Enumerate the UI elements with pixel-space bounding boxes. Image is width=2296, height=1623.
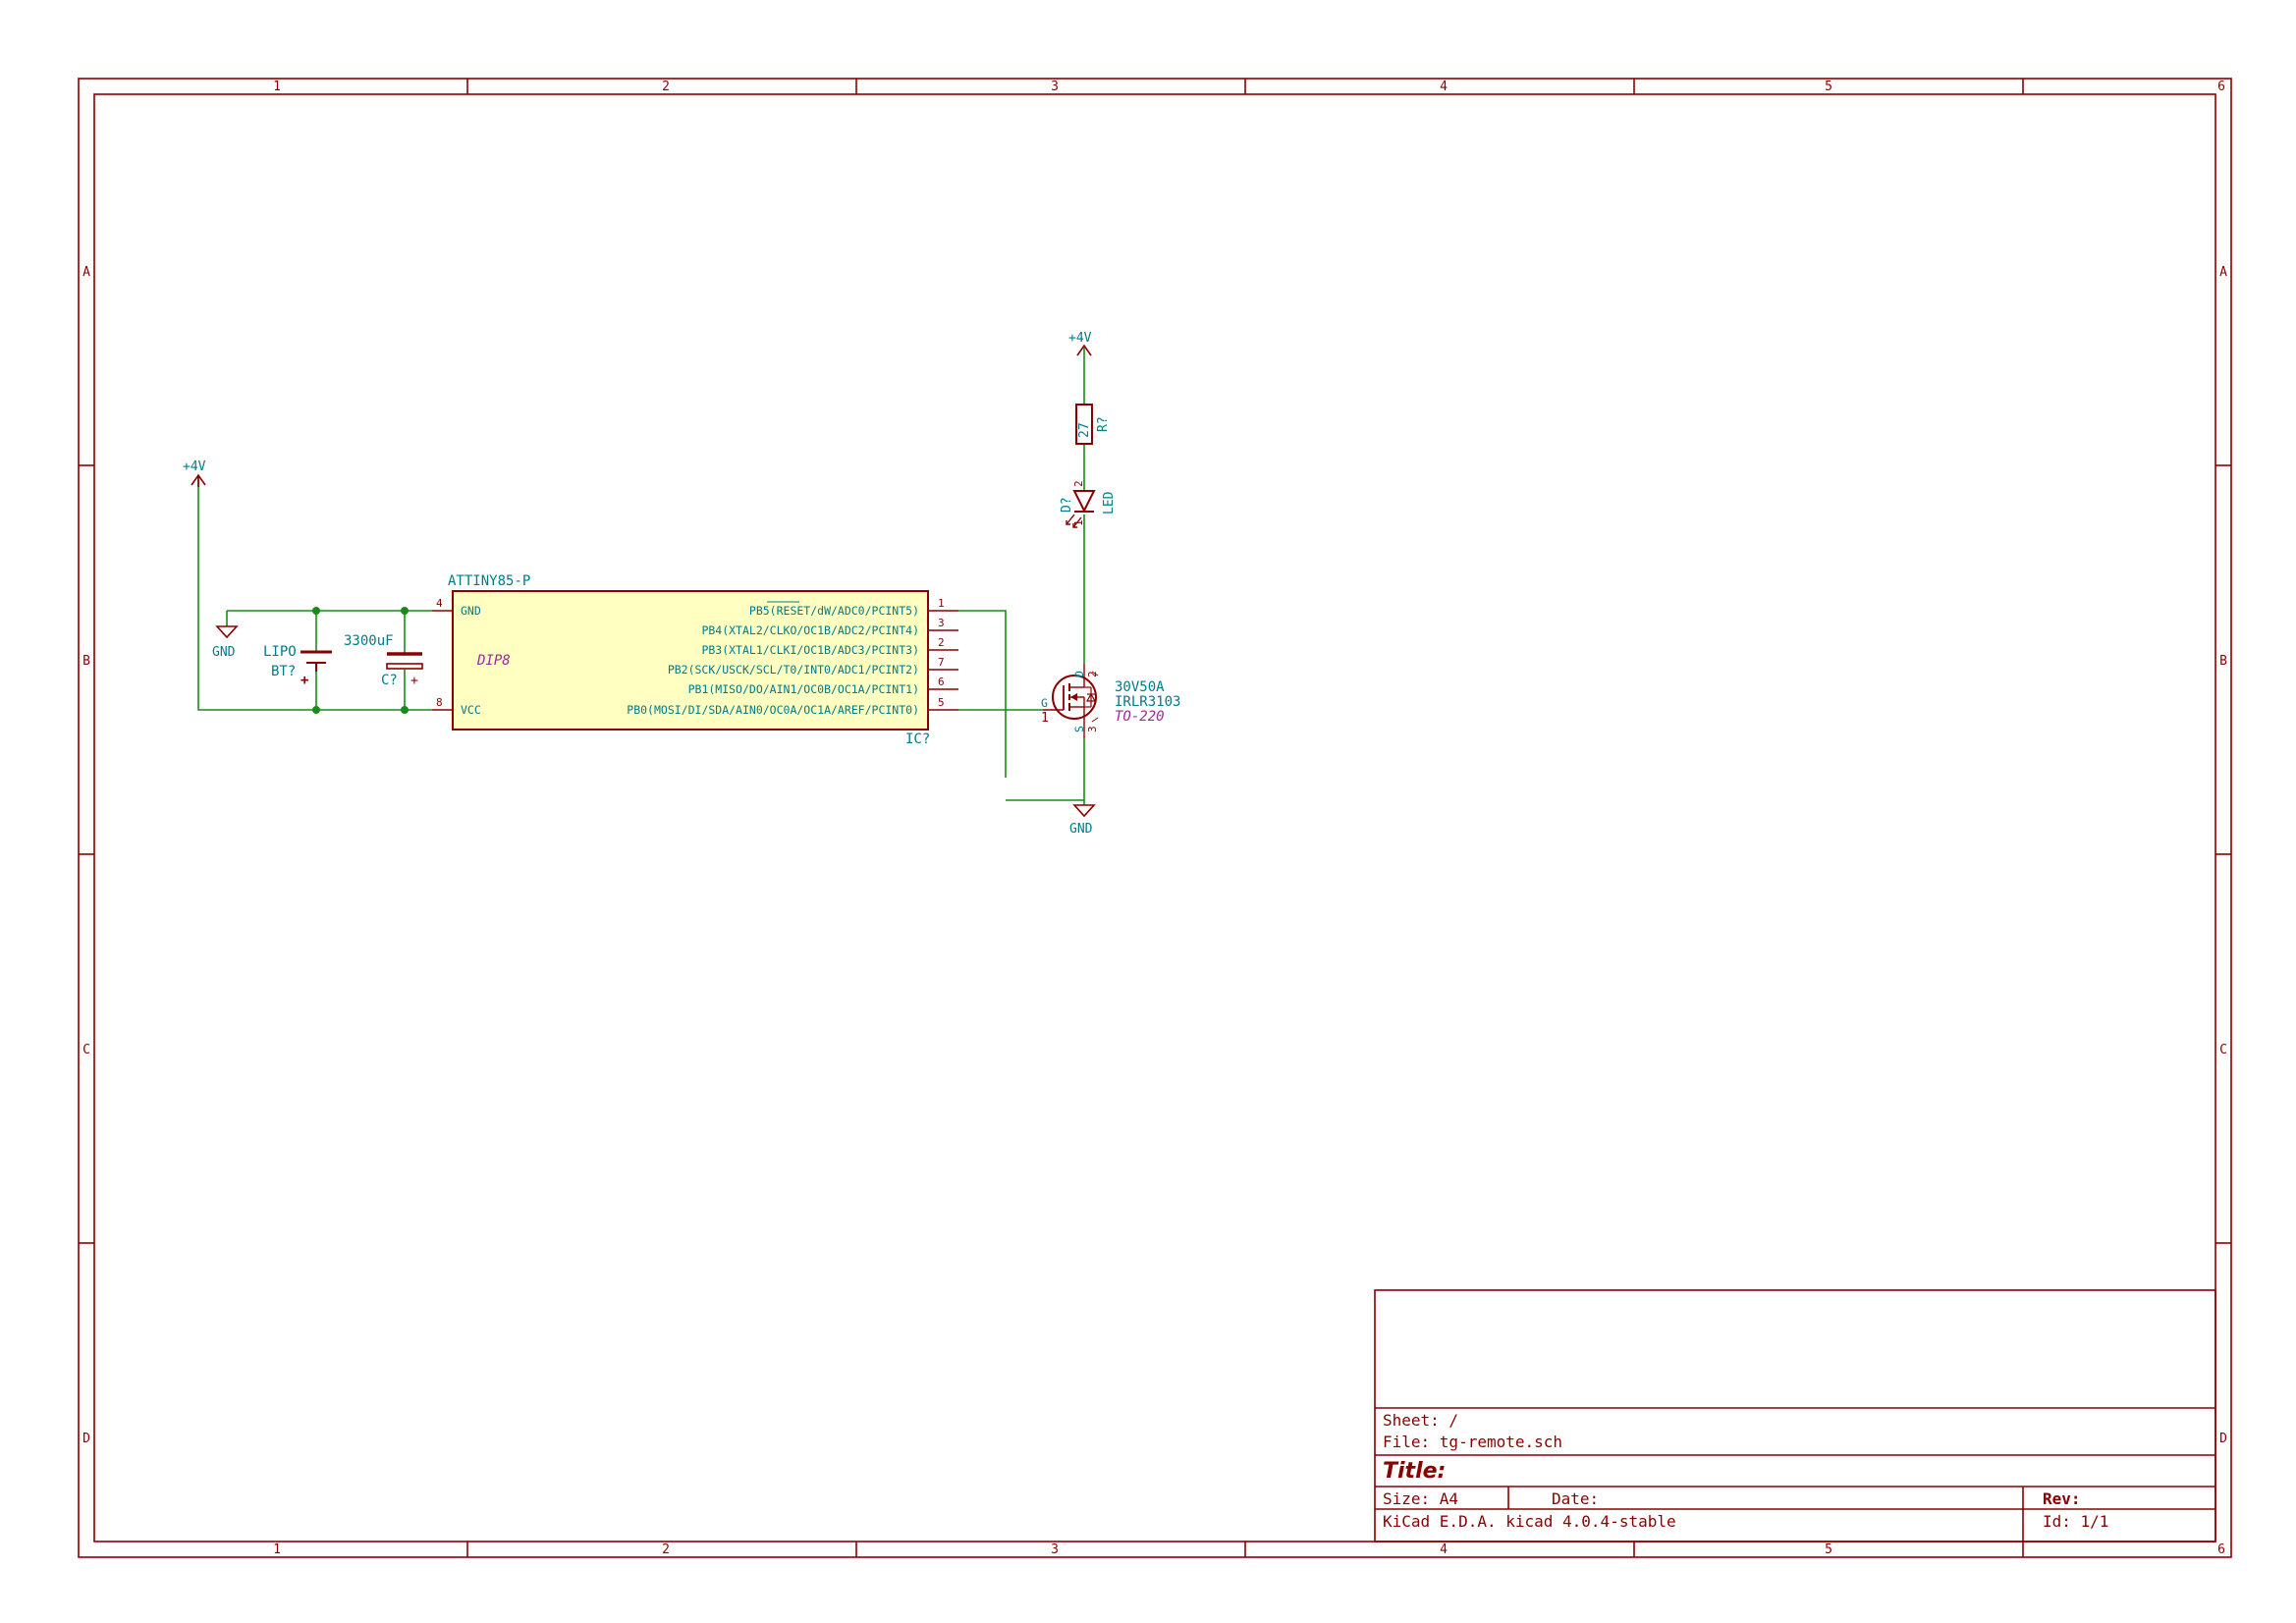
col-label: 1 [273,80,281,94]
pin-name: PB5(RESET/dW/ADC0/PCINT5) [749,604,919,618]
pin-name: PB4(XTAL2/CLKO/OC1B/ADC2/PCINT4) [701,623,919,637]
pin-name: G [1041,696,1048,710]
row-label: B [2219,654,2227,669]
row-label: C [2219,1043,2227,1057]
battery-value: LIPO [263,644,297,660]
pin-number: 5 [938,696,945,709]
pin-name: PB3(XTAL1/CLKI/OC1B/ADC3/PCINT3) [701,643,919,657]
junctions [312,607,409,714]
file-label: File: tg-remote.sch [1383,1433,1562,1451]
pin-name: S [1072,726,1086,732]
mosfet-part: IRLR3103 [1115,694,1180,710]
col-label: 3 [1051,80,1059,94]
pin-name: PB2(SCK/USCK/SCL/T0/INT0/ADC1/PCINT2) [668,663,919,676]
col-label: 5 [1825,1542,1832,1557]
pin-name: PB1(MISO/DO/AIN1/OC0B/OC1A/PCINT1) [688,682,919,696]
pin-number: 2 [1072,480,1085,487]
col-label: 2 [662,80,670,94]
sheet-label: Sheet: / [1383,1411,1458,1430]
title-block: Sheet: / File: tg-remote.sch Title: Size… [1374,1289,2216,1542]
col-label: 3 [1051,1542,1059,1557]
ic-footprint: DIP8 [476,653,511,669]
ic-part: ATTINY85-P [448,573,530,589]
col-label: 4 [1440,1542,1448,1557]
row-label: D [82,1432,90,1446]
mosfet-footprint: TO-220 [1115,709,1165,725]
size-label: Size: A4 [1383,1489,1458,1508]
col-label: 4 [1440,80,1448,94]
outer-border [78,78,2232,1558]
pin-name: GND [461,604,481,618]
row-label: C [82,1043,90,1057]
battery-ref: BT? [271,664,296,679]
rev-label: Rev: [2043,1489,2081,1508]
junction-dot [401,706,409,714]
junction-dot [312,607,320,615]
pin-number: 2 [1086,671,1099,677]
led-d[interactable]: D? LED 2 1 [1060,480,1117,528]
gnd-symbol-left[interactable]: GND [212,625,239,660]
drawing-frame: 1 2 3 4 5 6 1 2 3 4 5 6 A B C D A B C D [78,78,2232,1558]
capacitor-value: 3300uF [344,633,394,649]
col-label: 1 [273,1542,281,1557]
ic-ref: IC? [905,731,930,747]
pin-number: 1 [1072,519,1085,526]
pin-number: 8 [436,696,443,709]
power-label: GND [1069,822,1093,837]
tool-label: KiCad E.D.A. kicad 4.0.4-stable [1383,1512,1676,1531]
power-symbol-left-4v[interactable]: +4V [183,460,206,487]
wire-pb5[interactable] [958,610,1007,778]
col-label: 6 [2217,1542,2225,1557]
pin-number: 4 [436,597,443,610]
resistor-ref: R? [1096,416,1111,432]
pin-number: 2 [938,636,945,649]
pin-number: 1 [1041,711,1049,726]
capacitor-ref: C? [381,673,398,688]
row-label: A [82,265,90,280]
col-label: 2 [662,1542,670,1557]
id-label: Id: 1/1 [2043,1512,2108,1531]
wires [197,348,1085,805]
resistor-value: 27 [1077,422,1092,438]
row-label: A [2219,265,2227,280]
capacitor-polarity: + [410,674,418,688]
title-label: Title: [1383,1459,1446,1484]
col-label: 6 [2217,80,2225,94]
row-label: B [82,654,90,669]
pin-number: 7 [938,656,945,669]
battery-plus-icon: + [301,673,308,688]
gnd-symbol-right[interactable]: GND [1069,804,1096,837]
led-ref: D? [1060,497,1074,513]
schematic-canvas: 1 2 3 4 5 6 1 2 3 4 5 6 A B C D A B C D [78,78,2232,1558]
pin-number: 3 [1086,726,1099,732]
led-value: LED [1102,491,1117,514]
pin-name: VCC [461,703,481,717]
power-label: +4V [183,460,206,474]
mosfet-irlr3103[interactable]: 30V50A IRLR3103 TO-220 G 1 D 2 S 3 [1041,664,1180,738]
ic-attiny85[interactable]: ATTINY85-P IC? DIP8 4 8 GND VCC 1 3 2 7 … [432,573,958,747]
pin-number: 1 [938,597,945,610]
power-label: GND [212,645,236,660]
junction-dot [312,706,320,714]
pin-number: 6 [938,676,945,688]
pin-name: PB0(MOSI/DI/SDA/AIN0/OC0A/OC1A/AREF/PCIN… [627,703,919,717]
row-label: D [2219,1432,2227,1446]
resistor-r[interactable]: 27 R? [1075,404,1111,445]
battery-bt[interactable]: + LIPO BT? [263,644,332,688]
power-label: +4V [1068,331,1092,346]
col-label: 5 [1825,80,1832,94]
inner-border [93,93,2216,1542]
pin-number: 3 [938,617,945,629]
capacitor-c[interactable]: + 3300uF C? [344,633,423,688]
title-block-border [1374,1289,2216,1542]
junction-dot [401,607,409,615]
power-symbol-led-4v[interactable]: +4V [1068,331,1092,356]
mosfet-value: 30V50A [1115,679,1165,695]
pin-name: D [1072,671,1086,677]
date-label: Date: [1552,1489,1599,1508]
